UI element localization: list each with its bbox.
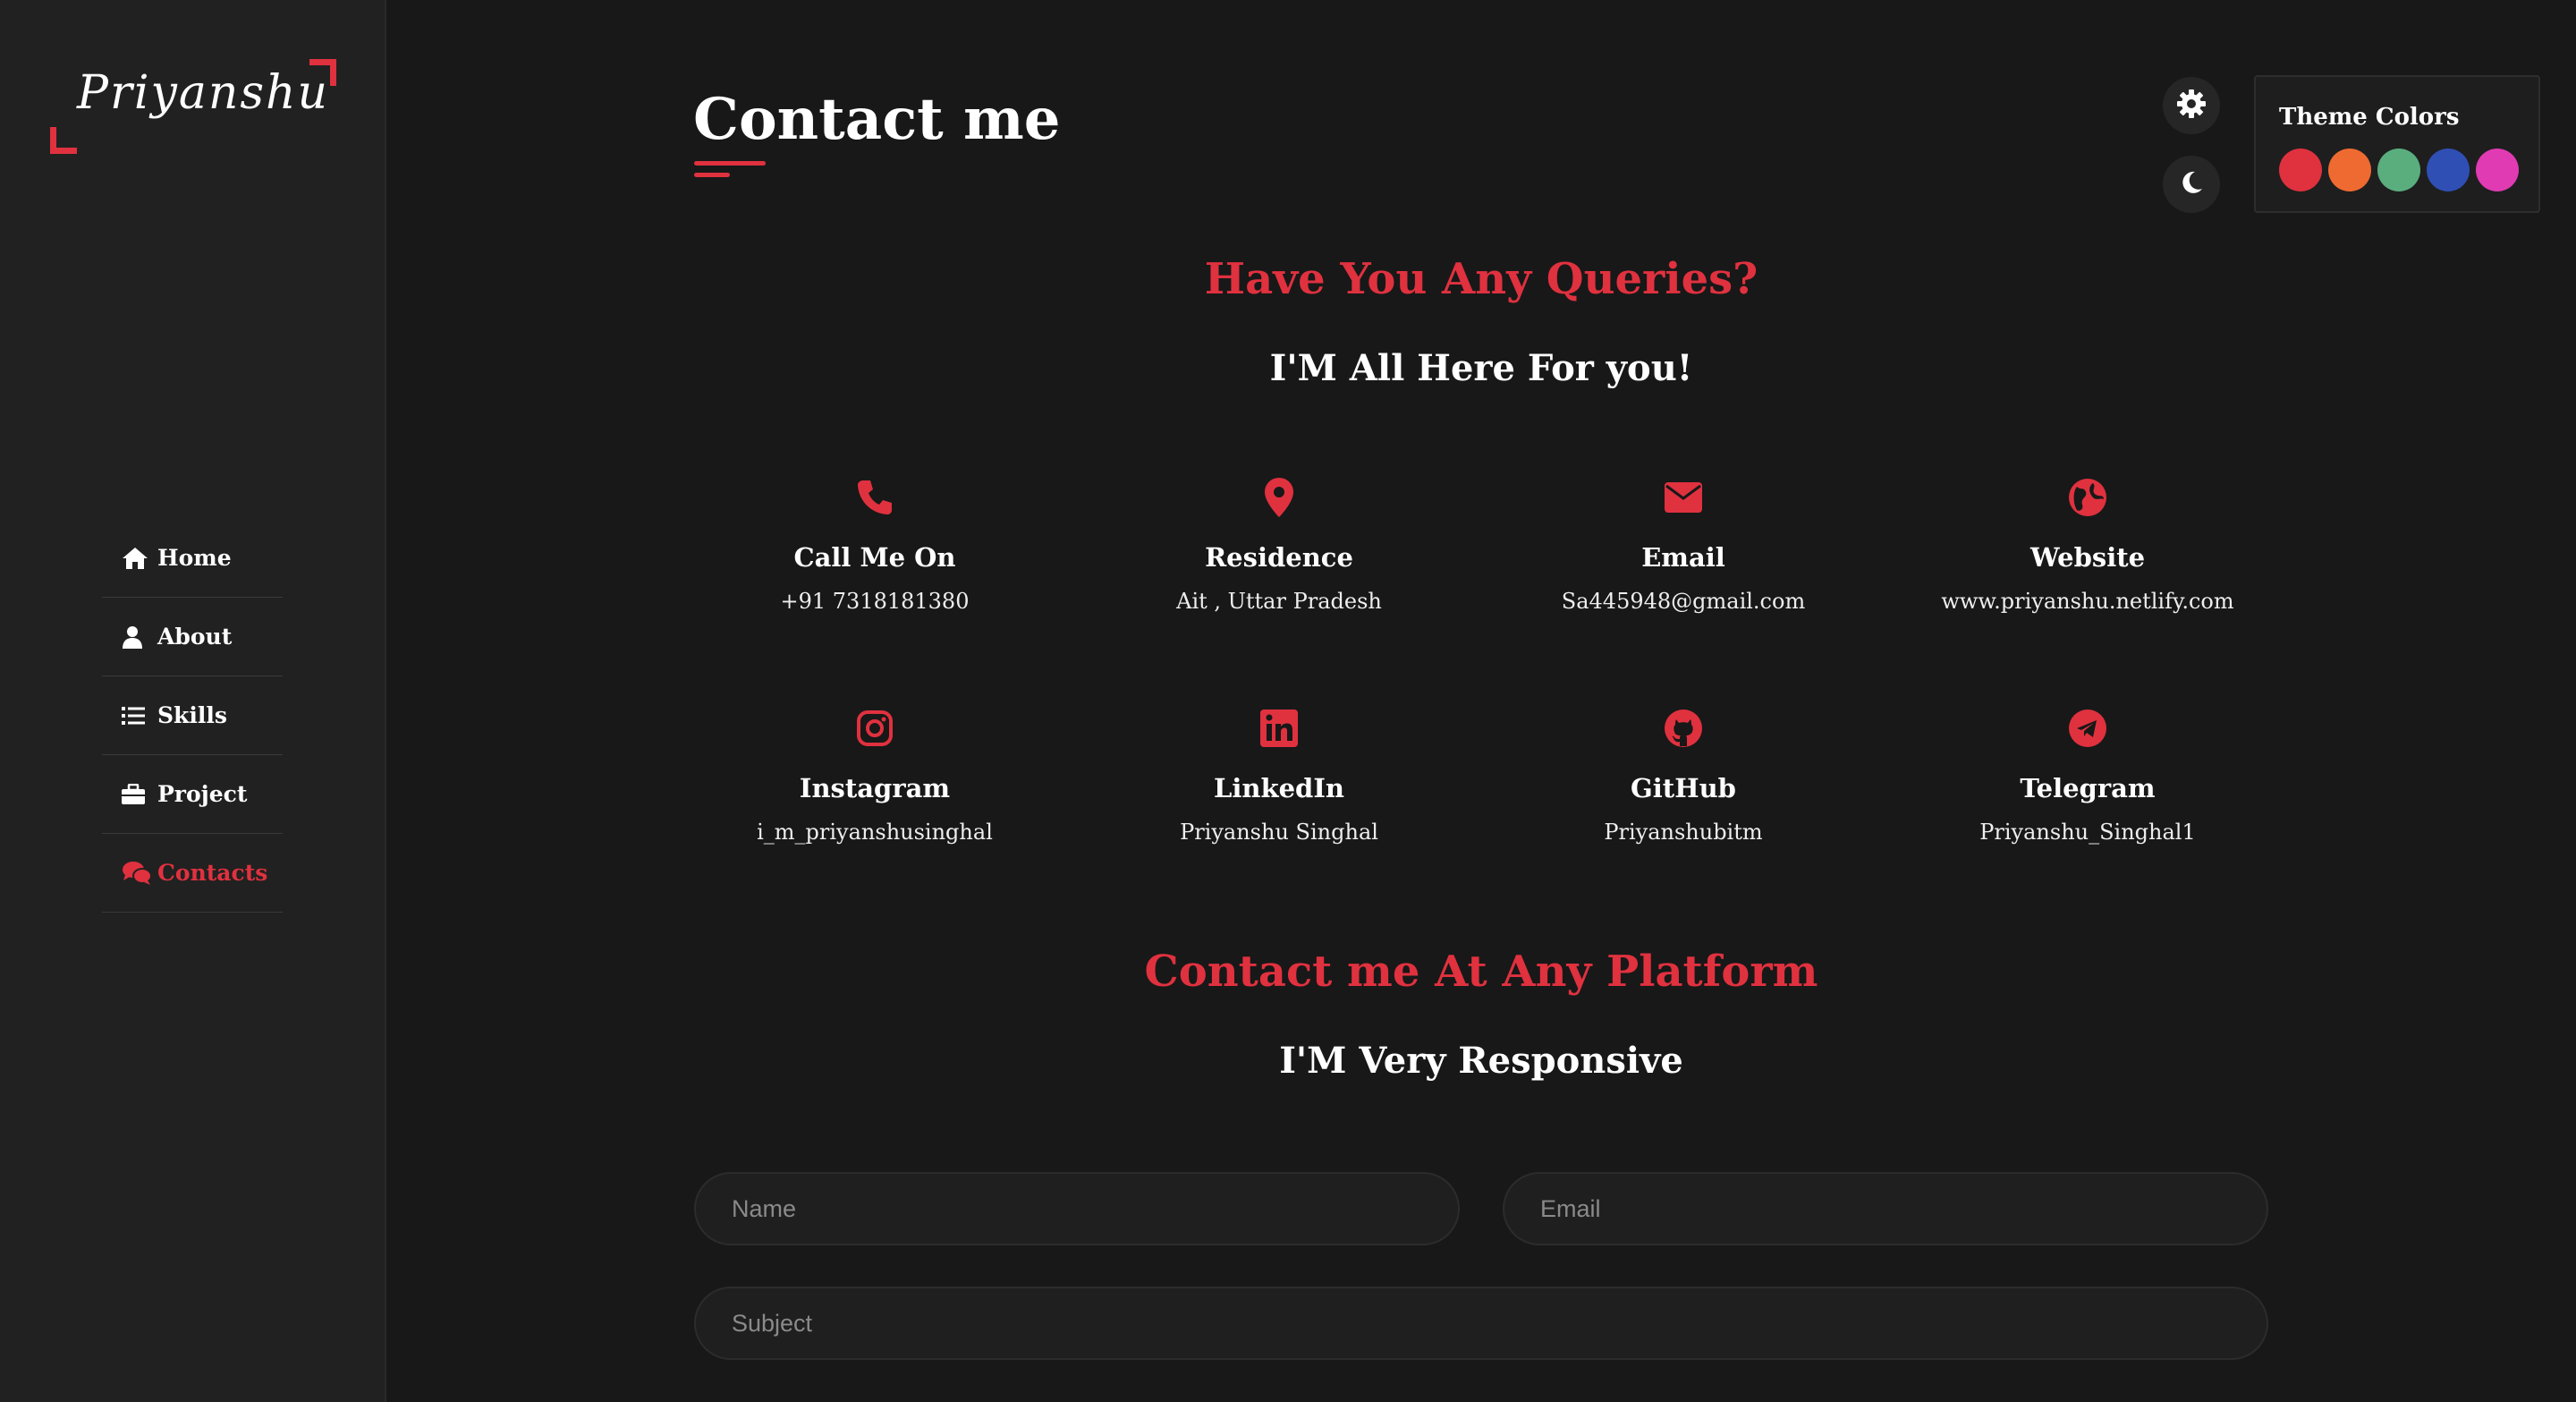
theme-swatch-orange[interactable] <box>2328 149 2371 191</box>
name-field[interactable] <box>694 1172 1460 1245</box>
settings-button[interactable] <box>2163 77 2220 134</box>
platform-subheading: I'M Very Responsive <box>1279 1040 1683 1082</box>
email-field[interactable] <box>1503 1172 2268 1245</box>
chat-icon <box>122 861 157 886</box>
briefcase-icon <box>122 783 157 805</box>
contact-card-linkedin: LinkedIn Priyanshu Singhal <box>1100 705 1458 845</box>
sidebar-item-label: Project <box>157 781 248 807</box>
contact-card-website: Website www.priyanshu.netlify.com <box>1909 474 2267 614</box>
contact-card-value[interactable]: Priyanshu Singhal <box>1100 820 1458 845</box>
theme-swatch-red[interactable] <box>2279 149 2322 191</box>
dark-mode-toggle[interactable] <box>2163 156 2220 213</box>
sidebar-item-contacts[interactable]: Contacts <box>102 834 283 913</box>
contact-card-title: Call Me On <box>793 542 956 573</box>
platform-heading: Contact me At Any Platform <box>1144 947 1818 997</box>
contact-card-residence: Residence Ait , Uttar Pradesh <box>1100 474 1458 614</box>
contact-card-value[interactable]: Priyanshu_Singhal1 <box>1909 820 2267 845</box>
sidebar-item-label: About <box>157 624 233 650</box>
home-icon <box>122 547 157 570</box>
contact-card-value: +91 7318181380 <box>780 589 970 614</box>
contact-card-title: Residence <box>1205 542 1353 573</box>
contact-card-telegram: Telegram Priyanshu_Singhal1 <box>1909 705 2267 845</box>
theme-swatch-pink[interactable] <box>2476 149 2519 191</box>
list-icon <box>122 706 157 726</box>
logo-corner-bottom-left <box>50 127 77 154</box>
contact-card-phone: Call Me On +91 7318181380 <box>696 474 1054 614</box>
instagram-icon <box>696 705 1054 752</box>
contact-card-title: Website <box>2029 542 2146 573</box>
envelope-icon <box>1504 474 1862 521</box>
user-icon <box>122 625 157 649</box>
contact-card-title: Instagram <box>799 773 951 803</box>
contact-card-value[interactable]: Sa445948@gmail.com <box>1504 589 1862 614</box>
location-pin-icon <box>1100 474 1458 521</box>
sidebar-item-about[interactable]: About <box>102 598 283 676</box>
queries-heading: Have You Any Queries? <box>1204 254 1758 304</box>
contact-card-value[interactable]: Priyanshubitm <box>1504 820 1862 845</box>
contact-card-value[interactable]: www.priyanshu.netlify.com <box>1909 589 2267 614</box>
sidebar-item-label: Home <box>157 545 232 571</box>
queries-subheading: I'M All Here For you! <box>1269 347 1693 389</box>
phone-icon <box>696 474 1054 521</box>
contact-card-title: Telegram <box>2020 773 2156 803</box>
contact-card-title: GitHub <box>1631 773 1736 803</box>
subject-field[interactable] <box>694 1287 2268 1360</box>
github-icon <box>1504 705 1862 752</box>
app-root: Priyanshu Home About Skills Project Cont… <box>0 0 2576 1402</box>
sidebar-item-label: Skills <box>157 702 227 728</box>
logo[interactable]: Priyanshu <box>50 59 336 154</box>
sidebar-item-home[interactable]: Home <box>102 519 283 598</box>
sidebar-item-skills[interactable]: Skills <box>102 676 283 755</box>
contact-card-title: LinkedIn <box>1214 773 1344 803</box>
logo-text: Priyanshu <box>77 66 330 120</box>
sidebar-item-label: Contacts <box>157 860 268 886</box>
theme-swatch-blue[interactable] <box>2427 149 2470 191</box>
contact-card-title: Email <box>1641 542 1725 573</box>
theme-colors-panel: Theme Colors <box>2254 75 2540 213</box>
telegram-icon <box>1909 705 2267 752</box>
contact-card-github: GitHub Priyanshubitm <box>1504 705 1862 845</box>
linkedin-icon <box>1100 705 1458 752</box>
contact-card-value[interactable]: i_m_priyanshusinghal <box>696 820 1054 845</box>
sidebar: Priyanshu Home About Skills Project Cont… <box>0 0 386 1402</box>
sidebar-nav: Home About Skills Project Contacts <box>102 519 283 913</box>
page-title: Contact me <box>693 86 1061 153</box>
moon-icon <box>2178 169 2205 200</box>
contact-card-instagram: Instagram i_m_priyanshusinghal <box>696 705 1054 845</box>
contact-card-value: Ait , Uttar Pradesh <box>1176 589 1382 614</box>
theme-colors-title: Theme Colors <box>2279 104 2460 131</box>
title-underline <box>694 161 766 177</box>
contact-card-email: Email Sa445948@gmail.com <box>1504 474 1862 614</box>
theme-swatches <box>2279 149 2519 191</box>
globe-icon <box>1909 474 2267 521</box>
theme-swatch-green[interactable] <box>2377 149 2420 191</box>
sidebar-item-project[interactable]: Project <box>102 755 283 834</box>
gear-icon <box>2176 89 2207 123</box>
